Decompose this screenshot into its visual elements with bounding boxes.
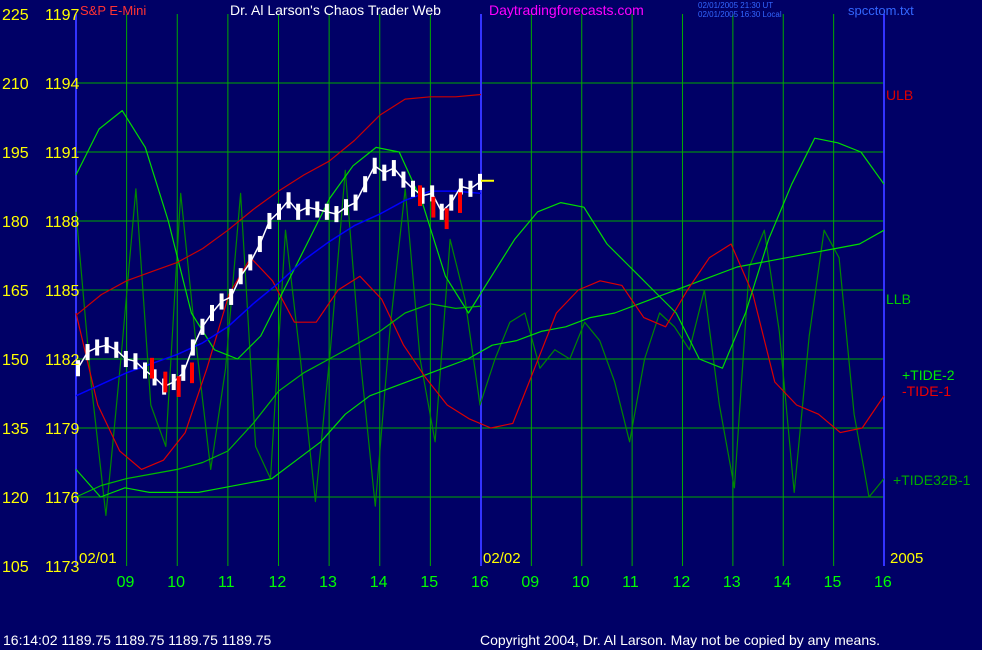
ulb-label: ULB xyxy=(886,87,913,103)
y-label-outer: 195 xyxy=(2,145,29,162)
x-hour-label: 16 xyxy=(874,574,892,591)
timestamp-ut: 02/01/2005 21:30 UT xyxy=(698,1,773,10)
x-hour-label: 14 xyxy=(370,574,388,591)
x-hour-label: 15 xyxy=(420,574,438,591)
date-label-day1: 02/01 xyxy=(79,550,117,567)
y-label-inner: 1194 xyxy=(45,76,80,93)
site-name: Daytradingforecasts.com xyxy=(489,2,644,18)
footer-copyright: Copyright 2004, Dr. Al Larson. May not b… xyxy=(480,632,880,648)
footer-quote: 16:14:02 1189.75 1189.75 1189.75 1189.75 xyxy=(3,632,272,648)
tide1-label: -TIDE-1 xyxy=(902,383,951,399)
tide32-label: +TIDE32B-1 xyxy=(893,472,971,488)
x-hour-label: 10 xyxy=(572,574,590,591)
y-label-outer: 135 xyxy=(2,421,29,438)
llb-label: LLB xyxy=(886,291,911,307)
y-label-outer: 150 xyxy=(2,352,29,369)
x-hour-label: 14 xyxy=(773,574,791,591)
x-hour-label: 10 xyxy=(167,574,185,591)
x-hour-label: 09 xyxy=(117,574,135,591)
y-label-inner: 1179 xyxy=(45,421,80,438)
x-hour-label: 12 xyxy=(673,574,691,591)
y-label-outer: 165 xyxy=(2,283,29,300)
instrument-label: S&P E-Mini xyxy=(80,3,146,18)
y-label-inner: 1191 xyxy=(45,145,80,162)
x-hour-label: 16 xyxy=(471,574,489,591)
x-hour-label: 13 xyxy=(723,574,741,591)
y-label-inner: 1176 xyxy=(45,490,80,507)
chart-title: Dr. Al Larson's Chaos Trader Web xyxy=(230,2,441,18)
x-hour-label: 15 xyxy=(824,574,842,591)
x-hour-label: 09 xyxy=(521,574,539,591)
y-label-outer: 105 xyxy=(2,559,29,576)
x-hour-label: 11 xyxy=(218,574,235,591)
y-label-outer: 180 xyxy=(2,214,29,231)
x-hour-label: 12 xyxy=(269,574,287,591)
date-label-day2: 02/02 xyxy=(483,550,521,567)
y-label-outer: 120 xyxy=(2,490,29,507)
y-label-inner: 1185 xyxy=(45,283,80,300)
x-hour-label: 11 xyxy=(622,574,639,591)
y-label-inner: 1182 xyxy=(45,352,80,369)
chaos-trader-chart: S&P E-Mini Dr. Al Larson's Chaos Trader … xyxy=(0,0,982,650)
timestamp-local: 02/01/2005 16:30 Local xyxy=(698,10,782,19)
x-hour-label: 13 xyxy=(319,574,337,591)
y-label-outer: 210 xyxy=(2,76,29,93)
y-label-inner: 1173 xyxy=(45,559,80,576)
y-label-outer: 225 xyxy=(2,7,29,24)
y-label-inner: 1188 xyxy=(45,214,80,231)
data-filename: spcctom.txt xyxy=(848,3,914,18)
tide2-label: +TIDE-2 xyxy=(902,367,955,383)
y-label-inner: 1197 xyxy=(45,7,80,24)
year-label: 2005 xyxy=(890,550,923,567)
